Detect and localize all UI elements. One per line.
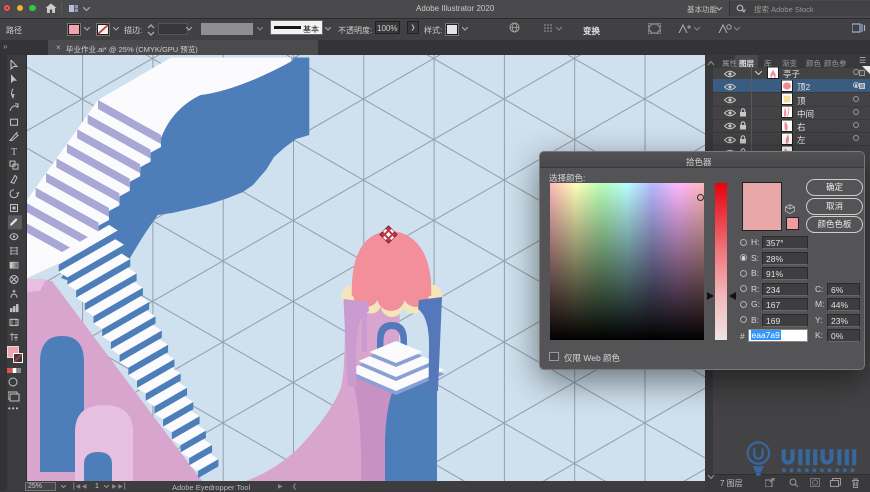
svg-text:T: T bbox=[11, 147, 17, 158]
